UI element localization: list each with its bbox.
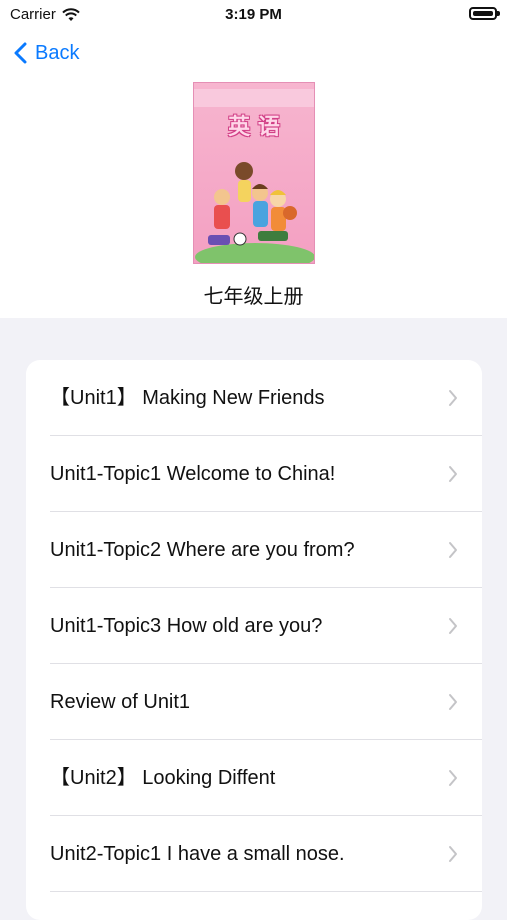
list-item[interactable]: 【Unit2】 Looking Diffent [26, 740, 482, 816]
chevron-right-icon [449, 466, 457, 482]
list-item[interactable]: Review of Unit1 [26, 664, 482, 740]
status-bar: Carrier 3:19 PM [0, 0, 507, 30]
lesson-list: 【Unit1】 Making New Friends Unit1-Topic1 … [26, 360, 482, 920]
chevron-right-icon [449, 846, 457, 862]
back-label: Back [35, 41, 80, 64]
list-item[interactable]: Unit1-Topic2 Where are you from? [26, 512, 482, 588]
chevron-right-icon [449, 694, 457, 710]
book-title: 七年级上册 [203, 286, 304, 308]
cover-illustration [195, 162, 314, 263]
list-item[interactable]: Unit1-Topic1 Welcome to China! [26, 436, 482, 512]
chevron-left-icon [14, 42, 27, 64]
chevron-right-icon [449, 618, 457, 634]
list-item-label: 【Unit2】 Looking Diffent [50, 767, 276, 789]
list-item-label: Unit1-Topic3 How old are you? [50, 615, 323, 637]
chevron-right-icon [449, 390, 457, 406]
list-item-label: Unit1-Topic1 Welcome to China! [50, 463, 336, 485]
chevron-right-icon [449, 770, 457, 786]
chevron-right-icon [449, 542, 457, 558]
battery-icon [469, 7, 500, 20]
cover-title: 英 语 [228, 114, 280, 140]
book-cover-image: 英 语 [193, 82, 315, 264]
list-item-label: 【Unit1】 Making New Friends [50, 387, 325, 409]
list-item-label: Unit2-Topic1 I have a small nose. [50, 843, 345, 865]
list-item[interactable]: Unit1-Topic3 How old are you? [26, 588, 482, 664]
list-item-label: Unit1-Topic2 Where are you from? [50, 539, 355, 561]
header-area: Carrier 3:19 PM Back 英 语 七年级上册 [0, 0, 507, 318]
battery-fill [473, 11, 493, 16]
back-button[interactable]: Back [14, 38, 79, 68]
list-item[interactable]: Unit2-Topic1 I have a small nose. [26, 816, 482, 892]
list-item[interactable]: 【Unit1】 Making New Friends [26, 360, 482, 436]
list-item-label: Review of Unit1 [50, 691, 191, 713]
status-time: 3:19 PM [225, 6, 282, 23]
cover-header-strip [194, 89, 314, 107]
row-divider [50, 891, 482, 892]
